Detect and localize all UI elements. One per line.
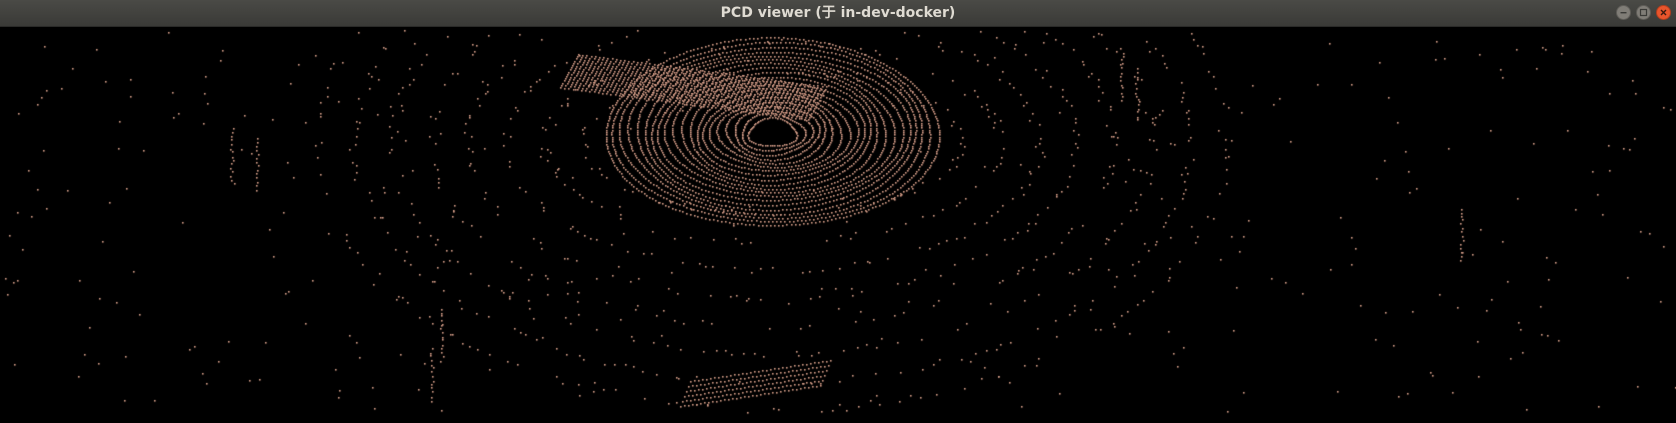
minimize-button[interactable] [1616, 5, 1631, 20]
pcd-viewer-window: PCD viewer (于 in-dev-docker) [0, 0, 1676, 423]
window-title: PCD viewer (于 in-dev-docker) [720, 5, 956, 21]
point-cloud-viewport[interactable] [0, 27, 1676, 423]
title-bar[interactable]: PCD viewer (于 in-dev-docker) [0, 0, 1676, 27]
point-cloud-canvas[interactable] [0, 27, 1676, 423]
close-button[interactable] [1656, 5, 1671, 20]
maximize-button[interactable] [1636, 5, 1651, 20]
